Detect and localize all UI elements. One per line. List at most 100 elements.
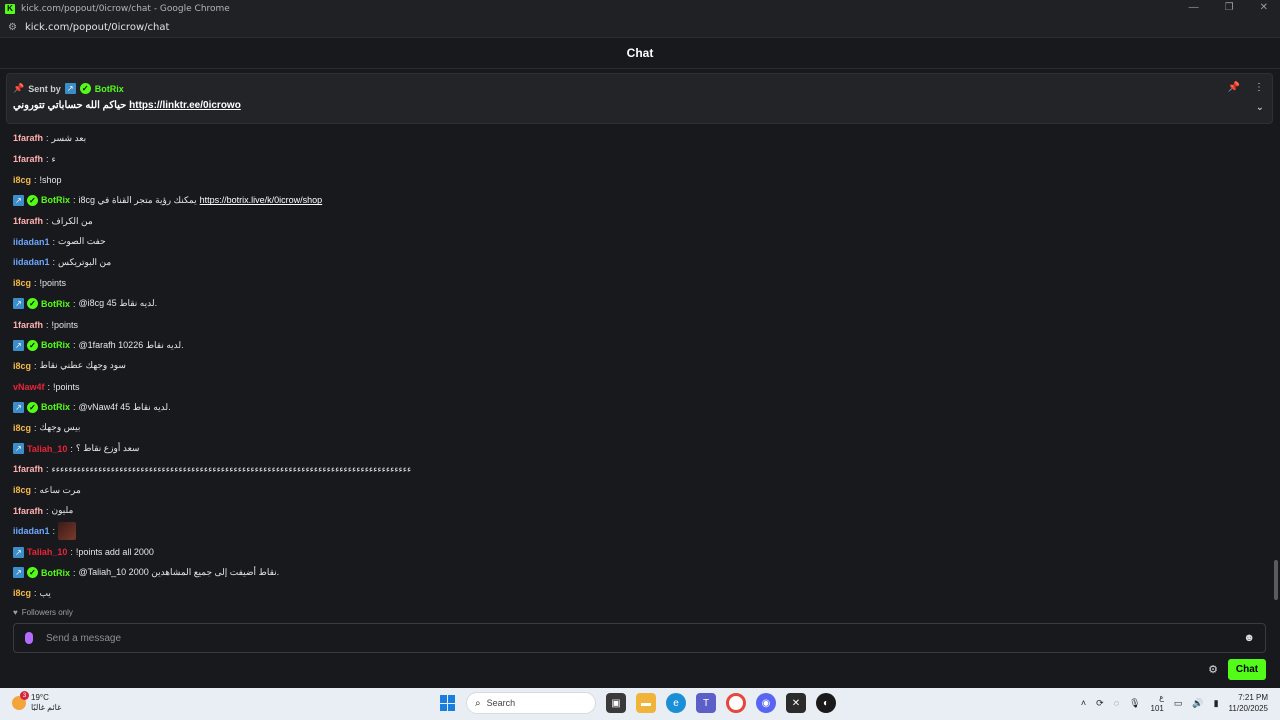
- window-title: kick.com/popout/0icrow/chat - Google Chr…: [21, 3, 230, 14]
- chat-username[interactable]: BotRix: [41, 568, 70, 578]
- chat-username[interactable]: BotRix: [41, 402, 70, 412]
- username-separator: :: [73, 195, 76, 206]
- chat-message: ↗ ✓ BotRix: @i8cg 45 لديه نقاط.: [13, 294, 1268, 315]
- pinned-text: حياكم الله حساباتي تتوروني: [13, 100, 127, 111]
- gear-icon[interactable]: ⚙: [1208, 663, 1218, 676]
- pinned-link[interactable]: https://linktr.ee/0icrowo: [129, 100, 241, 111]
- chat-message-text: !points add all 2000: [75, 547, 154, 558]
- username-separator: :: [46, 319, 49, 330]
- weather-widget[interactable]: 3 19°C غائم غالبًا: [12, 691, 61, 713]
- bot-badge-icon: ↗: [13, 401, 24, 413]
- chat-message: ↗ ✓ BotRix: i8cg يمكنك رؤية متجر القناة في h…: [13, 190, 1268, 211]
- mic-icon[interactable]: [25, 632, 33, 644]
- url-text[interactable]: kick.com/popout/0icrow/chat: [25, 22, 169, 33]
- username-separator: :: [34, 588, 37, 599]
- chat-username[interactable]: i8cg: [13, 588, 31, 598]
- username-separator: :: [70, 547, 73, 558]
- clock[interactable]: 7:21 PM 11/20/2025: [1229, 692, 1268, 714]
- username-separator: :: [73, 340, 76, 351]
- verified-badge-icon: ✓: [27, 339, 38, 351]
- send-chat-button[interactable]: Chat: [1228, 659, 1266, 680]
- taskbar-search[interactable]: ⌕ Search: [466, 692, 596, 714]
- pinned-sender[interactable]: BotRix: [95, 84, 124, 94]
- emoji-icon[interactable]: ☻: [1243, 632, 1255, 644]
- site-info-icon[interactable]: ⚙: [8, 22, 17, 33]
- minimize-icon[interactable]: —: [1189, 2, 1199, 13]
- chat-message: iidadan1: من البوتريكس: [13, 252, 1268, 273]
- chat-username[interactable]: 1farafh: [13, 133, 43, 143]
- teams-icon[interactable]: T: [696, 693, 716, 713]
- username-separator: :: [34, 360, 37, 371]
- verified-badge-icon: ✓: [27, 567, 38, 579]
- chat-username[interactable]: i8cg: [13, 175, 31, 185]
- address-bar: ⚙ kick.com/popout/0icrow/chat: [0, 17, 1280, 38]
- edge-icon[interactable]: e: [666, 693, 686, 713]
- chat-username[interactable]: i8cg: [13, 278, 31, 288]
- chrome-icon[interactable]: [726, 693, 746, 713]
- chat-message: ↗ ✓ BotRix: @Taliah_10 2000 نقاط أضيفت إلى …: [13, 562, 1268, 583]
- chat-username[interactable]: Taliah_10: [27, 547, 67, 557]
- network-icon[interactable]: ◌: [1114, 698, 1119, 708]
- weather-badge: 3: [20, 691, 29, 700]
- more-options-icon[interactable]: ⋮: [1254, 82, 1264, 93]
- chat-username[interactable]: 1farafh: [13, 506, 43, 516]
- chat-username[interactable]: iidadan1: [13, 526, 50, 536]
- chat-username[interactable]: BotRix: [41, 299, 70, 309]
- chat-message-text: يب: [39, 587, 51, 598]
- chat-username[interactable]: 1farafh: [13, 320, 43, 330]
- monitor-icon[interactable]: ▭: [1174, 698, 1183, 709]
- chat-message: iidadan1:: [13, 521, 1268, 542]
- microphone-icon[interactable]: 🎙: [1129, 698, 1140, 709]
- chat-message: ↗ Taliah_10: سعد أوزع نقاط ؟: [13, 438, 1268, 459]
- task-view-icon[interactable]: ▣: [606, 693, 626, 713]
- chevron-up-icon[interactable]: ˄: [1081, 698, 1086, 708]
- chat-username[interactable]: i8cg: [13, 423, 31, 433]
- obs-icon[interactable]: ◐: [816, 693, 836, 713]
- chat-message-link[interactable]: https://botrix.live/k/0icrow/shop: [200, 195, 323, 205]
- chat-messages: 1farafh: بعد شسر 1farafh: ء i8cg: !shop ↗ ✓ BotR…: [13, 128, 1268, 604]
- chat-header: Chat: [0, 38, 1280, 69]
- followers-only-label: Followers only: [21, 608, 73, 617]
- battery-icon[interactable]: ▮: [1214, 698, 1219, 709]
- language-indicator[interactable]: ع 101: [1151, 692, 1164, 714]
- username-separator: :: [46, 216, 49, 227]
- weather-temp: 19°C: [31, 693, 49, 702]
- chat-message: 1farafh: ء: [13, 149, 1268, 170]
- scrollbar-thumb[interactable]: [1274, 560, 1278, 600]
- username-separator: :: [46, 464, 49, 475]
- moderator-badge-icon: ↗: [13, 546, 24, 558]
- restore-icon[interactable]: ❐: [1225, 2, 1234, 13]
- windows-start-icon[interactable]: [440, 695, 456, 711]
- volume-icon[interactable]: 🔊: [1192, 698, 1203, 709]
- chat-username[interactable]: 1farafh: [13, 154, 43, 164]
- chat-username[interactable]: vNaw4f: [13, 382, 45, 392]
- chevron-down-icon[interactable]: ⌄: [1256, 102, 1264, 113]
- chat-username[interactable]: 1farafh: [13, 464, 43, 474]
- chat-username[interactable]: i8cg: [13, 485, 31, 495]
- unpin-icon[interactable]: 📌: [1228, 82, 1240, 93]
- chat-message-text: من الكراف: [51, 215, 93, 226]
- chat-username[interactable]: i8cg: [13, 361, 31, 371]
- bot-badge-icon: ↗: [64, 83, 76, 94]
- emote-image: [58, 522, 77, 541]
- file-explorer-icon[interactable]: ▬: [636, 693, 656, 713]
- chat-message: 1farafh: مليون: [13, 500, 1268, 521]
- chat-username[interactable]: iidadan1: [13, 257, 50, 267]
- close-icon[interactable]: ✕: [1260, 2, 1268, 13]
- chat-username[interactable]: BotRix: [41, 340, 70, 350]
- chat-message-text: !points: [53, 381, 80, 392]
- chat-username[interactable]: BotRix: [41, 195, 70, 205]
- chat-username[interactable]: Taliah_10: [27, 444, 67, 454]
- terminal-icon[interactable]: ✕: [786, 693, 806, 713]
- chat-message: i8cg: !points: [13, 273, 1268, 294]
- sync-icon[interactable]: ⟳: [1096, 698, 1104, 709]
- message-input[interactable]: Send a message ☻: [13, 623, 1266, 653]
- chat-message-text: حفت الصوت: [58, 236, 106, 247]
- message-placeholder: Send a message: [46, 632, 122, 644]
- chat-message: vNaw4f: !points: [13, 376, 1268, 397]
- chat-scrollbar[interactable]: [1274, 70, 1278, 600]
- chat-message: ↗ ✓ BotRix: @vNaw4f 45 لديه نقاط.: [13, 397, 1268, 418]
- discord-icon[interactable]: ◉: [756, 693, 776, 713]
- chat-username[interactable]: iidadan1: [13, 237, 50, 247]
- chat-username[interactable]: 1farafh: [13, 216, 43, 226]
